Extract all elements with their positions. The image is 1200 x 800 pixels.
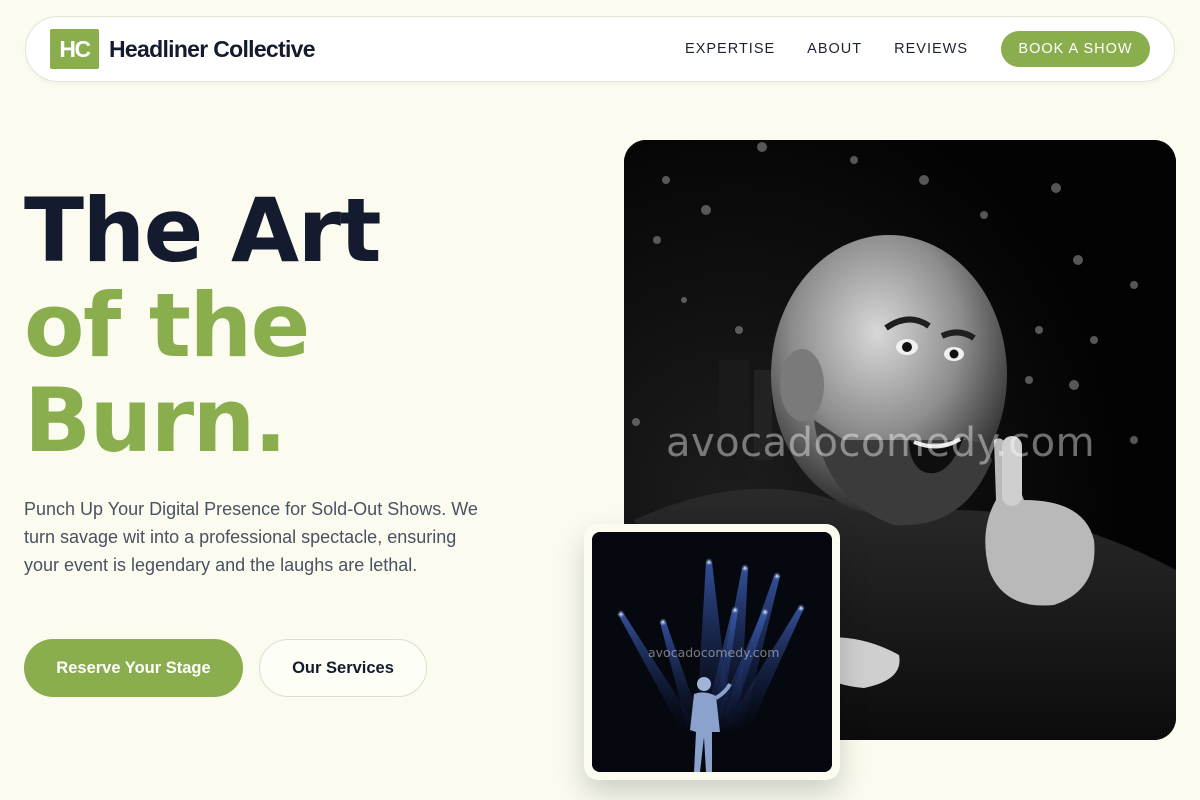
- nav-link-expertise[interactable]: EXPERTISE: [685, 41, 775, 57]
- nav-menu: EXPERTISE ABOUT REVIEWS BOOK A SHOW: [685, 31, 1150, 67]
- headline-line-2: of the: [24, 274, 310, 377]
- stage-photo-card: avocadocomedy.com: [584, 524, 840, 780]
- reserve-stage-button[interactable]: Reserve Your Stage: [24, 639, 243, 697]
- logo-mark: HC: [50, 29, 99, 69]
- navbar: HC Headliner Collective EXPERTISE ABOUT …: [25, 16, 1175, 82]
- brand[interactable]: HC Headliner Collective: [50, 29, 316, 69]
- brand-name: Headliner Collective: [109, 35, 316, 62]
- main-image-watermark: avocadocomedy.com: [666, 420, 1096, 466]
- headline-line-3: Burn.: [24, 369, 287, 472]
- stage-performance-image: avocadocomedy.com: [592, 532, 832, 772]
- book-show-button[interactable]: BOOK A SHOW: [1001, 31, 1150, 67]
- inset-image-watermark: avocadocomedy.com: [648, 645, 780, 660]
- nav-link-reviews[interactable]: REVIEWS: [894, 41, 968, 57]
- our-services-button[interactable]: Our Services: [259, 639, 427, 697]
- headline-line-1: The Art: [24, 179, 382, 282]
- hero-subtext: Punch Up Your Digital Presence for Sold-…: [24, 499, 478, 575]
- hero-headline: The Art of the Burn.: [24, 179, 382, 472]
- nav-link-about[interactable]: ABOUT: [807, 41, 862, 57]
